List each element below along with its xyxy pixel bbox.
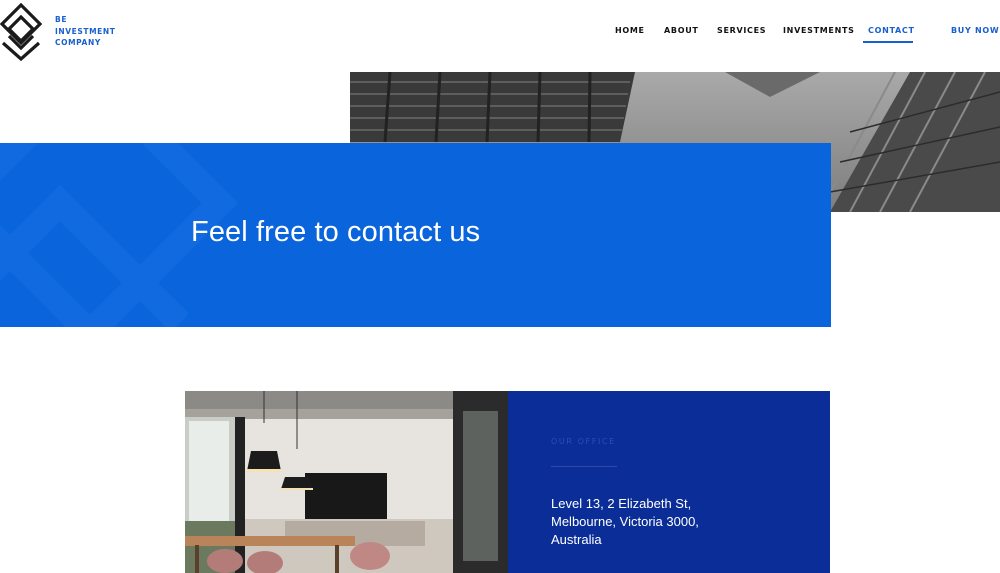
brand-line: INVESTMENT [55,26,116,36]
buy-now-button[interactable]: BUY NOW [951,26,999,35]
nav-about-link[interactable]: ABOUT [664,26,699,35]
brand-name[interactable]: BE INVESTMENT COMPANY [55,14,116,49]
nav-contact-link[interactable]: CONTACT [868,26,915,35]
office-section-label: OUR OFFICE [551,437,616,446]
office-address: Level 13, 2 Elizabeth St, Melbourne, Vic… [551,495,699,549]
office-info-panel: OUR OFFICE Level 13, 2 Elizabeth St, Mel… [508,391,830,573]
address-line: Australia [551,532,602,547]
nav-home-link[interactable]: HOME [615,26,645,35]
address-line: Level 13, 2 Elizabeth St, [551,496,692,511]
nav-services-link[interactable]: SERVICES [717,26,766,35]
nav-investments-link[interactable]: INVESTMENTS [783,26,855,35]
brand-logo-icon[interactable] [0,3,42,61]
office-interior-image [185,391,508,573]
brand-line: BE [55,15,68,24]
nav-active-underline [863,41,913,43]
hero-banner: Feel free to contact us [0,143,831,327]
brand-line: COMPANY [55,38,101,47]
office-divider [551,466,617,467]
address-line: Melbourne, Victoria 3000, [551,514,699,529]
page-title: Feel free to contact us [191,216,481,248]
